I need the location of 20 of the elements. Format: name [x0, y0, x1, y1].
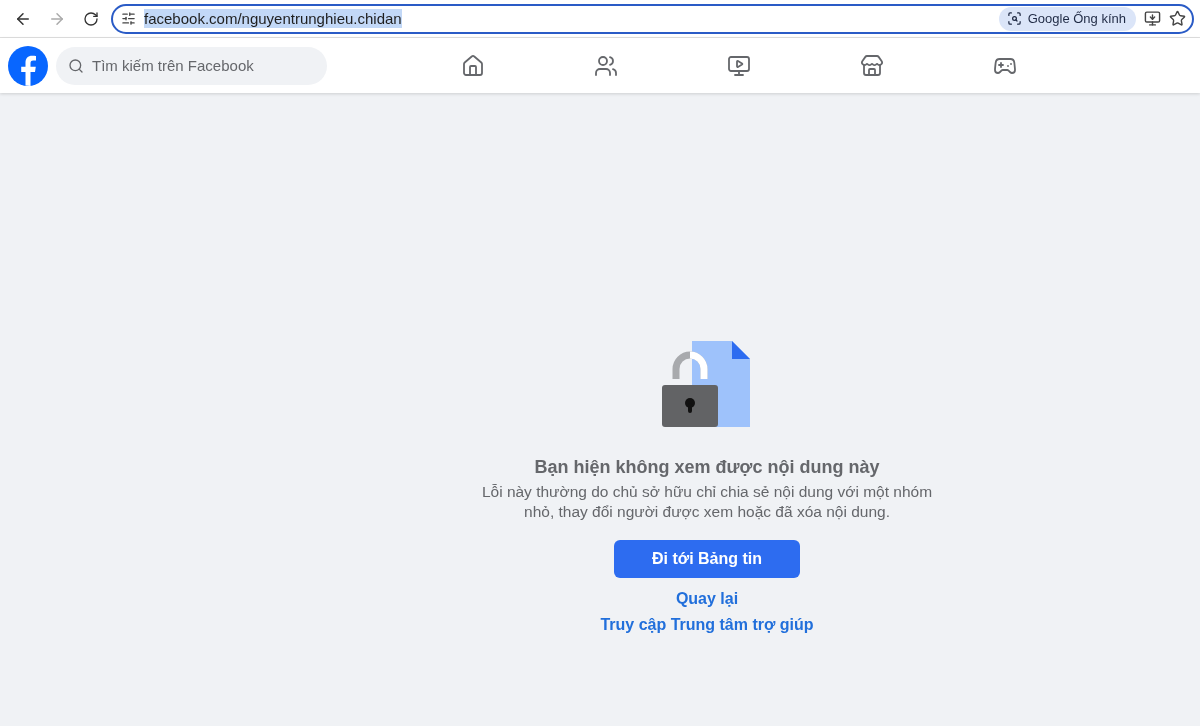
people-icon — [593, 53, 618, 78]
help-link[interactable]: Truy cập Trung tâm trợ giúp — [600, 616, 814, 634]
go-to-feed-button[interactable]: Đi tới Bảng tin — [614, 540, 800, 578]
site-settings-icon[interactable] — [121, 11, 136, 26]
help-link[interactable]: Quay lại — [675, 590, 739, 608]
search-icon — [68, 57, 84, 74]
install-icon[interactable] — [1144, 10, 1161, 27]
error-title: Bạn hiện không xem được nội dung này — [534, 457, 880, 478]
video-icon — [726, 53, 751, 78]
url-text: facebook.com/nguyentrunghieu.chidan — [144, 9, 402, 28]
search-field[interactable]: Tìm kiếm trên Facebook — [56, 46, 327, 85]
error-description: Lỗi này thường do chủ sở hữu chỉ chia sẻ nội dung với một nhóm nhỏ, thay đổi người được xem hoặc đã xóa nội dung. — [480, 482, 934, 522]
store-icon — [859, 53, 884, 78]
reload-icon — [83, 10, 99, 27]
lens-icon — [1006, 11, 1022, 26]
address-bar[interactable]: facebook.com/nguyentrunghieu.chidan Google Ống kính — [111, 3, 1194, 34]
bookmark-star-icon[interactable] — [1169, 10, 1186, 27]
lens-chip[interactable]: Google Ống kính — [998, 6, 1136, 31]
home-icon — [460, 53, 485, 78]
facebook-logo[interactable] — [8, 45, 48, 86]
